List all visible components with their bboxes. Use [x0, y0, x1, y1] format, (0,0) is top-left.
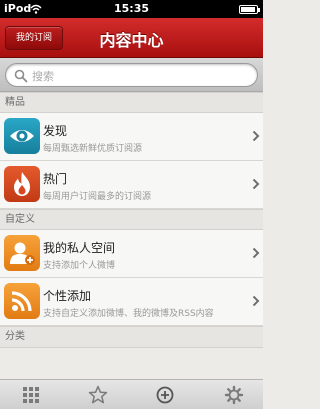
search-icon — [14, 69, 28, 83]
add-icon[interactable] — [155, 385, 175, 405]
item-title: 个性添加 — [43, 289, 92, 303]
eye-icon — [4, 118, 40, 154]
search-placeholder: 搜索 — [32, 70, 54, 83]
person-icon — [4, 235, 40, 271]
item-subtitle: 支持添加个人微博 — [43, 261, 116, 271]
chevron-right-icon — [252, 295, 260, 307]
battery-fill — [241, 7, 255, 12]
settings-icon[interactable] — [224, 385, 244, 405]
flame-icon — [4, 166, 40, 202]
list-item-discover[interactable]: 发现 每周甄选新鲜优质订阅源 — [0, 113, 263, 161]
list-item-popular[interactable]: 热门 每周用户订阅最多的订阅源 — [0, 161, 263, 209]
item-title: 热门 — [43, 172, 68, 186]
status-time: 15:35 — [113, 2, 149, 15]
item-subtitle: 每周甄选新鲜优质订阅源 — [43, 144, 143, 154]
page-title: 内容中心 — [99, 31, 164, 50]
item-subtitle: 每周用户订阅最多的订阅源 — [43, 192, 152, 202]
search-bar: 搜索 — [0, 58, 263, 92]
chevron-right-icon — [252, 178, 260, 190]
nav-bar: 我的订阅 内容中心 — [0, 18, 263, 58]
search-input[interactable]: 搜索 — [5, 63, 258, 87]
section-header-custom: 自定义 — [0, 209, 263, 230]
grid-icon[interactable] — [21, 385, 41, 405]
list-item-private-space[interactable]: 我的私人空间 支持添加个人微博 — [0, 230, 263, 278]
star-icon[interactable] — [88, 385, 108, 405]
tab-bar — [0, 379, 263, 409]
item-title: 我的私人空间 — [43, 241, 116, 255]
chevron-right-icon — [252, 247, 260, 259]
status-bar: iPod 15:35 — [0, 0, 263, 18]
section-header-category: 分类 — [0, 326, 263, 348]
item-subtitle: 支持自定义添加微博、我的微博及RSS内容 — [43, 309, 214, 319]
battery-icon — [239, 5, 260, 14]
section-header-featured: 精品 — [0, 92, 263, 113]
chevron-right-icon — [252, 130, 260, 142]
item-title: 发现 — [43, 124, 68, 138]
list-item-custom-add[interactable]: 个性添加 支持自定义添加微博、我的微博及RSS内容 — [0, 278, 263, 326]
rss-icon — [4, 283, 40, 319]
